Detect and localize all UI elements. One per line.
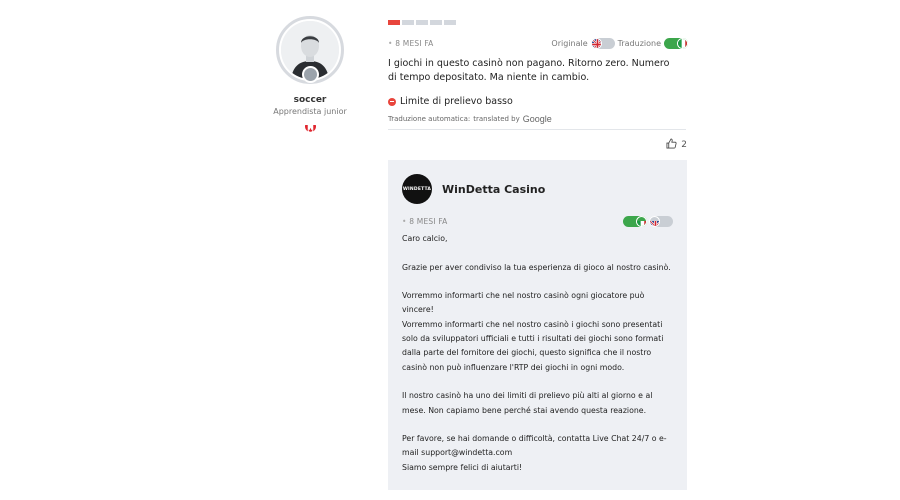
reply-paragraph: Vorremmo informarti che nel nostro casin… <box>402 319 664 372</box>
reply-header: WINDETTA WinDetta Casino <box>402 174 673 204</box>
reply-paragraph: Il nostro casinò ha uno dei limiti di pr… <box>402 391 653 415</box>
reply-date: 8 MESI FA <box>402 217 448 226</box>
auto-translation-note: Traduzione automatica: translated by Goo… <box>388 114 688 124</box>
italy-flag-icon <box>677 38 688 49</box>
casino-reply: WINDETTA WinDetta Casino 8 MESI FA <box>388 160 687 490</box>
uk-flag-icon <box>590 38 602 49</box>
translation-label[interactable]: Traduzione <box>618 39 661 48</box>
user-name[interactable]: soccer <box>270 95 350 105</box>
canada-flag-icon <box>304 121 316 132</box>
rating-indicator <box>388 20 688 25</box>
translated-by-label: translated by <box>473 115 520 123</box>
reply-paragraph: Vorremmo informarti che nel nostro casin… <box>402 291 645 315</box>
rating-segment <box>416 20 428 25</box>
casino-logo[interactable]: WINDETTA <box>402 174 432 204</box>
reply-italian-toggle[interactable] <box>623 216 647 227</box>
review-date: 8 MESI FA <box>388 39 434 48</box>
auto-translation-label: Traduzione automatica: <box>388 115 471 123</box>
negative-tag-label: Limite di prelievo basso <box>400 96 513 107</box>
user-rank: Apprendista junior <box>273 107 347 116</box>
reply-greeting: Caro calcio, <box>402 234 448 243</box>
avatar[interactable] <box>276 16 344 84</box>
italy-flag-icon <box>636 216 647 227</box>
original-label[interactable]: Originale <box>551 39 587 48</box>
reply-translation-switch <box>623 216 673 227</box>
minus-circle-icon <box>388 97 396 106</box>
review-meta: 8 MESI FA Originale Traduzione <box>388 37 688 50</box>
translation-toggle[interactable] <box>664 38 688 49</box>
review-text: I giochi in questo casinò non pagano. Ri… <box>388 58 670 83</box>
reply-meta: 8 MESI FA <box>402 215 673 228</box>
rating-segment <box>430 20 442 25</box>
reply-text: Caro calcio, Grazie per aver condiviso l… <box>402 232 674 475</box>
google-logo: Google <box>522 114 552 124</box>
review-card: 8 MESI FA Originale Traduzione <box>388 20 688 152</box>
uk-flag-icon <box>649 216 660 227</box>
level-badge <box>302 66 319 83</box>
reply-paragraph: Siamo sempre felici di aiutarti! <box>402 462 523 472</box>
translation-switch: Originale Traduzione <box>551 38 688 49</box>
reply-paragraph: Grazie per aver condiviso la tua esperie… <box>402 262 671 272</box>
negative-tag: Limite di prelievo basso <box>388 96 688 107</box>
divider <box>388 129 686 130</box>
original-toggle[interactable] <box>590 38 615 49</box>
thumbs-up-icon <box>666 138 677 152</box>
rating-segment <box>444 20 456 25</box>
reply-english-toggle[interactable] <box>649 216 673 227</box>
like-button[interactable]: 2 <box>388 138 687 152</box>
rating-segment <box>402 20 414 25</box>
reply-paragraph: Per favore, se hai domande o difficoltà,… <box>402 434 667 458</box>
casino-name[interactable]: WinDetta Casino <box>442 183 545 196</box>
like-count: 2 <box>681 140 687 150</box>
reviewer-profile: soccer Apprendista junior <box>270 16 350 132</box>
rating-segment <box>388 20 400 25</box>
